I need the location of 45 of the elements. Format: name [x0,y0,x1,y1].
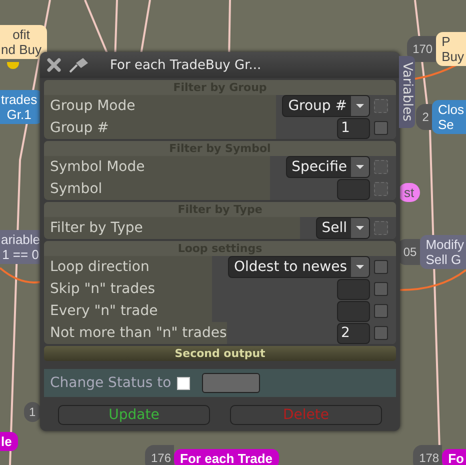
node-number: 178 [413,445,442,465]
field-label: Skip "n" trades [49,280,156,299]
node-number: 1 [24,402,41,422]
number-field[interactable] [337,278,370,300]
side-tab[interactable]: Variables [399,56,415,128]
window-title: For each TradeBuy Gr... [110,58,262,72]
node-number: 2 [416,104,432,130]
field-label: Every "n" trade [49,302,159,321]
update-button[interactable]: Update [58,405,210,425]
field-label: Symbol Mode [49,158,146,177]
caret-icon [351,218,369,238]
diagram-node[interactable]: Modify Sell G [420,235,466,269]
status-field[interactable] [202,373,260,393]
number-field[interactable]: 2 [337,322,370,344]
caret-icon [351,96,369,116]
field-label: Group # [49,119,110,138]
field-label: Not more than "n" trades [49,324,227,343]
caret-icon [351,157,369,177]
pin-icon[interactable] [68,56,90,74]
diagram-node[interactable]: le [0,432,18,451]
number-field[interactable]: 1 [337,118,370,138]
dropdown[interactable]: Oldest to newes [228,256,370,278]
field-label: Group Mode [49,97,136,116]
close-icon[interactable] [46,57,62,73]
diagram-node[interactable]: st [398,183,420,202]
checkbox[interactable] [374,282,388,296]
diagram-node[interactable]: For each Trade [174,448,279,465]
checkbox[interactable] [374,304,388,318]
checkbox[interactable] [374,121,388,135]
number-field[interactable] [337,300,370,322]
number-field[interactable] [337,178,370,200]
field-label: Change Status to [50,375,172,391]
node-number: 170 [406,36,436,62]
checkbox[interactable] [374,326,388,340]
field-label: Filter by Type [49,219,144,238]
section-header: Second output [44,346,396,361]
node-number: 176 [145,445,174,465]
caret-icon [351,257,369,277]
diagram-node[interactable]: Fo [442,448,466,465]
diagram-node[interactable]: ofit nd Buy [0,25,48,59]
field-label: Loop direction [49,258,150,277]
diagram-node[interactable]: P Buy [436,32,466,66]
diagram-node[interactable]: Clos Se [432,100,466,134]
field-label: Symbol [49,180,104,199]
checkbox[interactable] [374,260,388,274]
